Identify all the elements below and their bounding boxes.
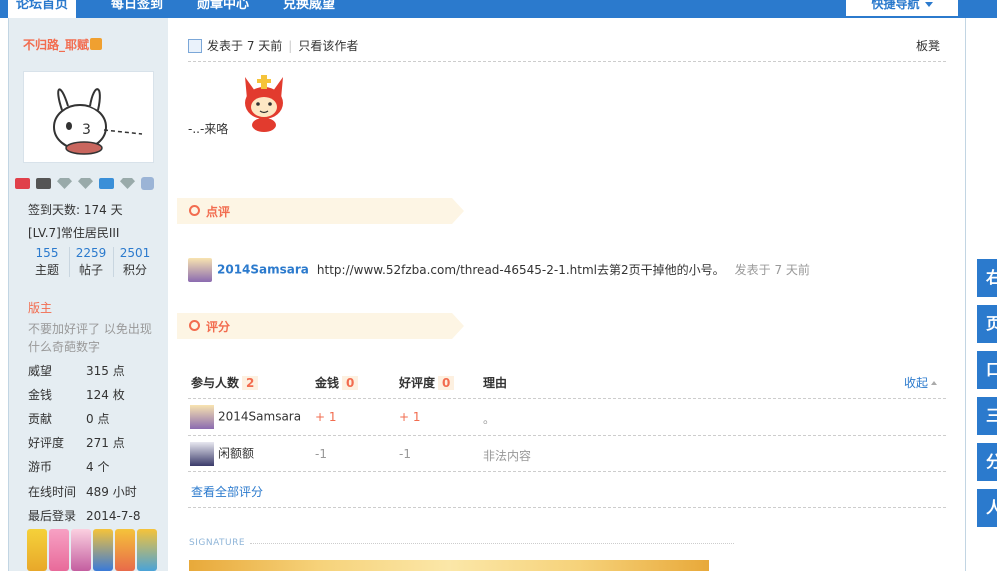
post-meta: 发表于 7 天前 | 只看该作者 bbox=[188, 37, 358, 54]
circle-icon bbox=[189, 205, 200, 216]
rating-header-participants: 参与人数 2 bbox=[191, 374, 259, 391]
commenter-avatar[interactable] bbox=[188, 258, 212, 282]
rating-row-user[interactable]: 闲额额 bbox=[190, 442, 254, 466]
field-money: 金钱 124 枚 bbox=[28, 388, 125, 402]
diamond-icon[interactable] bbox=[57, 178, 72, 189]
divider bbox=[188, 507, 946, 508]
rater-avatar[interactable] bbox=[190, 405, 214, 429]
divider bbox=[188, 61, 946, 62]
field-online-time: 在线时间 489 小时 bbox=[28, 485, 137, 499]
frame-border-right bbox=[965, 18, 966, 571]
tab-forum-home[interactable]: 论坛首页 bbox=[8, 0, 77, 18]
heart-badge-icon[interactable] bbox=[15, 178, 30, 189]
user-group-badges bbox=[15, 176, 160, 192]
stat-posts[interactable]: 2259 帖子 bbox=[69, 244, 113, 280]
rater-avatar[interactable] bbox=[190, 442, 214, 466]
diamond-icon[interactable] bbox=[78, 178, 93, 189]
post-content: -..-来咯 bbox=[188, 122, 229, 136]
rating-row-reputation: + 1 bbox=[399, 410, 421, 424]
chevron-up-icon bbox=[931, 381, 938, 385]
signature-divider bbox=[250, 543, 734, 544]
badge-icon[interactable] bbox=[99, 178, 114, 189]
avatar[interactable]: 3 bbox=[23, 71, 154, 163]
help-icon[interactable] bbox=[141, 177, 154, 190]
user-role[interactable]: 版主 bbox=[28, 299, 52, 316]
float-tool-button[interactable]: 页 bbox=[977, 305, 997, 343]
rating-header-reputation: 好评度 0 bbox=[399, 374, 455, 391]
comment-section-header: 点评 bbox=[177, 198, 464, 224]
float-tool-button[interactable]: 三 bbox=[977, 397, 997, 435]
divider bbox=[188, 471, 946, 472]
commenter-name[interactable]: 2014Samsara bbox=[217, 263, 309, 277]
diamond-icon[interactable] bbox=[120, 178, 135, 189]
tab-daily-checkin[interactable]: 每日签到 bbox=[103, 0, 171, 18]
rating-section-header: 评分 bbox=[177, 313, 464, 339]
medal-icon[interactable] bbox=[27, 529, 47, 571]
share-icon[interactable]: 分 bbox=[977, 443, 997, 481]
rating-header-reason: 理由 bbox=[483, 376, 508, 390]
comment-item: 2014Samsara http://www.52fzba.com/thread-… bbox=[188, 258, 810, 282]
rating-row-reason: 非法内容 bbox=[483, 449, 532, 463]
medal-icon[interactable] bbox=[137, 529, 157, 571]
quick-nav-label: 快捷导航 bbox=[871, 0, 920, 11]
quick-nav-button[interactable]: 快捷导航 bbox=[846, 0, 958, 16]
comment-text: http://www.52fzba.com/thread-46545-2-1.h… bbox=[316, 262, 725, 277]
post-time: 发表于 7 天前 bbox=[207, 39, 283, 53]
stat-threads[interactable]: 155 主题 bbox=[25, 244, 69, 280]
medal-icon[interactable] bbox=[93, 529, 113, 571]
float-tool-button[interactable]: 右 bbox=[977, 259, 997, 297]
divider bbox=[188, 398, 946, 399]
author-username[interactable]: 不归路_耶赋 bbox=[23, 36, 103, 53]
rabbit-avatar-image: 3 bbox=[53, 88, 143, 155]
fox-emoticon-image bbox=[245, 75, 283, 132]
signature-image bbox=[189, 560, 709, 571]
comment-section-title: 点评 bbox=[206, 205, 231, 219]
collapse-rating-button[interactable]: 收起 bbox=[904, 374, 938, 391]
rating-row-user[interactable]: 2014Samsara bbox=[190, 405, 301, 429]
field-game-coin: 游币 4 个 bbox=[28, 460, 110, 474]
tab-medal-center[interactable]: 勋章中心 bbox=[189, 0, 257, 18]
field-contribution: 贡献 0 点 bbox=[28, 412, 110, 426]
post-floor[interactable]: 板凳 bbox=[916, 37, 940, 54]
signature-label: SIGNATURE bbox=[189, 538, 246, 548]
svg-text:3: 3 bbox=[82, 122, 91, 138]
rating-row-money: -1 bbox=[315, 447, 327, 461]
comment-time: 发表于 7 天前 bbox=[734, 262, 810, 277]
medal-icon[interactable] bbox=[71, 529, 91, 571]
circle-icon bbox=[189, 320, 200, 331]
author-sidebar: 不归路_耶赋 3 签到天数: 174 天 [LV.7]常住居民III 155 主… bbox=[9, 18, 168, 571]
rating-row-money: + 1 bbox=[315, 410, 337, 424]
rating-header-money: 金钱 0 bbox=[315, 374, 359, 391]
view-all-ratings-link[interactable]: 查看全部评分 bbox=[191, 483, 263, 500]
medal-icon[interactable] bbox=[49, 529, 69, 571]
rating-row-reputation: -1 bbox=[399, 447, 411, 461]
rating-section-title: 评分 bbox=[206, 320, 231, 334]
checkin-days: 签到天数: 174 天 bbox=[28, 203, 123, 217]
vip-icon bbox=[90, 38, 103, 50]
tab-exchange-reputation[interactable]: 兑换威望 bbox=[275, 0, 343, 18]
float-tool-button[interactable]: 口 bbox=[977, 351, 997, 389]
field-praise: 好评度 271 点 bbox=[28, 436, 125, 450]
user-level[interactable]: [LV.7]常住居民III bbox=[28, 224, 119, 241]
field-last-login: 最后登录 2014-7-8 bbox=[28, 509, 141, 523]
divider bbox=[188, 435, 946, 436]
chevron-down-icon bbox=[924, 2, 933, 7]
medal-icon[interactable] bbox=[115, 529, 135, 571]
stat-credits[interactable]: 2501 积分 bbox=[113, 244, 157, 280]
user-online-icon bbox=[188, 39, 202, 53]
top-nav-bar: 论坛首页 每日签到 勋章中心 兑换威望 快捷导航 bbox=[0, 0, 997, 18]
user-icon[interactable]: 人 bbox=[977, 489, 997, 527]
only-author-link[interactable]: 只看该作者 bbox=[298, 39, 358, 53]
badge-icon[interactable] bbox=[36, 178, 51, 189]
user-stats: 155 主题 2259 帖子 2501 积分 bbox=[25, 244, 157, 284]
rating-row-reason: 。 bbox=[483, 412, 496, 426]
field-reputation: 威望 315 点 bbox=[28, 364, 125, 378]
user-motto: 不要加好评了 以免出现什么奇葩数字 bbox=[28, 322, 152, 354]
